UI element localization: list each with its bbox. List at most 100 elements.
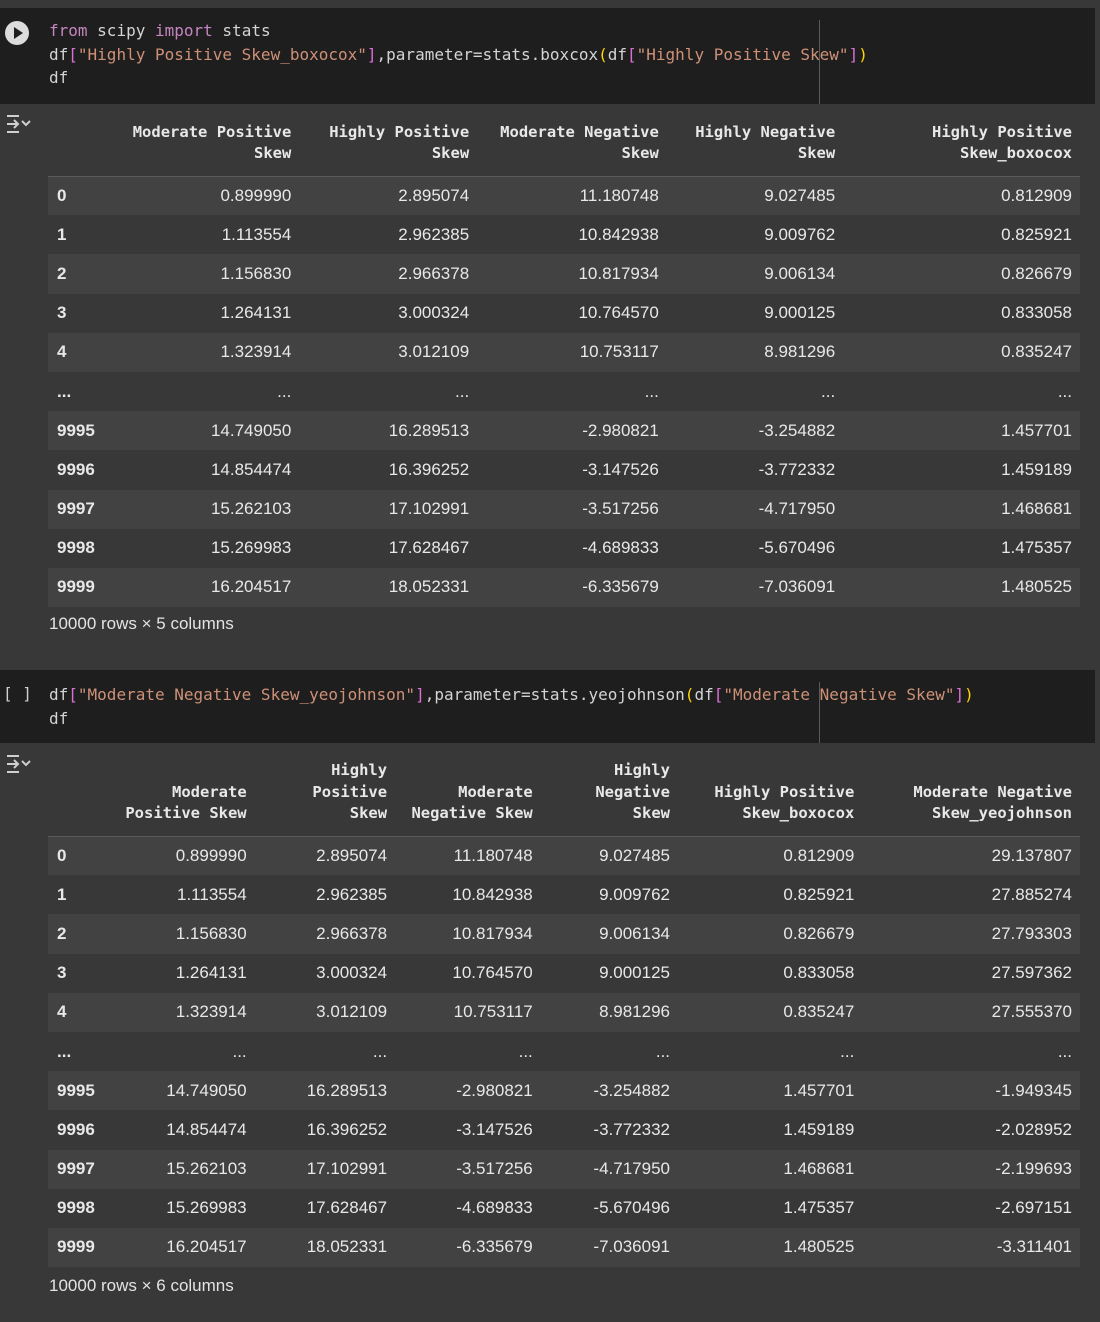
table-cell: 1.459189: [1001, 459, 1072, 479]
table-row: 3 1.264131 3.000324 10.764570 9.000125 0.8330…: [48, 293, 1080, 333]
table-cell: -3.147526: [456, 1119, 533, 1139]
code-token: [: [713, 685, 724, 704]
column-header: Highly Negative Skew: [541, 760, 678, 836]
row-index: 9999: [57, 577, 95, 597]
table-cell: 1.459189: [783, 1119, 855, 1139]
row-index: 1: [57, 224, 67, 244]
table-cell: ...: [372, 1041, 388, 1061]
row-index: 0: [57, 845, 67, 865]
table-cell: 1.264131: [220, 303, 292, 323]
table-cell: 9.027485: [764, 185, 836, 205]
column-header-line: Moderate Positive: [132, 122, 292, 141]
table-row: 9998 15.269983 17.628467 -4.689833 -5.670496…: [48, 528, 1080, 568]
table-cell: 0.826679: [1001, 263, 1072, 283]
run-cell-button[interactable]: [5, 21, 29, 45]
table-cell: 0.835247: [783, 1002, 855, 1022]
table-row: 9995 14.749050 16.289513 -2.980821 -3.254882…: [48, 411, 1080, 451]
table-row: 9999 16.204517 18.052331 -6.335679 -7.036091…: [48, 567, 1080, 608]
column-header: Highly Positive Skew_boxocox: [843, 120, 1080, 176]
table-cell: 3.012109: [316, 1002, 388, 1022]
code-editor-2[interactable]: df[ "Moderate Negative Skew_yeojohnson"],…: [49, 683, 974, 730]
code-token: ]: [366, 44, 377, 64]
ellipsis-row: .....................: [48, 1031, 1080, 1072]
table-cell: 14.854474: [210, 459, 292, 479]
string-literal: "Moderate Negative Skew": [723, 685, 955, 704]
row-index: 9996: [57, 1119, 95, 1139]
code-token: df: [694, 685, 714, 704]
column-header: Highly Negative Skew: [667, 120, 843, 176]
table-cell: 15.269983: [210, 538, 292, 558]
row-index: 0: [57, 185, 67, 205]
code-token: ): [964, 685, 974, 704]
table-row: 3 1.264131 3.000324 10.764570 9.000125 0.8330…: [48, 953, 1080, 993]
column-header-line: Highly Positive: [329, 122, 470, 141]
table-cell: -1.949345: [995, 1080, 1072, 1100]
table-cell: -3.311401: [996, 1237, 1072, 1257]
table-cell: 2.962385: [398, 224, 470, 244]
table-cell: 1.264131: [175, 963, 247, 983]
table-row: 9997 15.262103 17.102991 -3.517256 -4.717950…: [48, 1149, 1080, 1189]
table-cell: 2.895074: [398, 185, 470, 205]
column-header-line: Highly Positive: [932, 122, 1072, 141]
output-toggle-icon[interactable]: [5, 113, 31, 135]
table-row: 9996 14.854474 16.396252 -3.147526 -3.772332…: [48, 450, 1080, 490]
code-editor-1[interactable]: from scipy import stats df["Highly Posit…: [49, 19, 868, 90]
code-token: [: [627, 44, 637, 64]
code-token: ): [858, 44, 868, 64]
column-header: Moderate Positive Skew: [111, 120, 300, 176]
string-literal: "Moderate Negative Skew_yeojohnson": [77, 685, 416, 704]
table-cell: 1.475357: [783, 1198, 855, 1218]
table-cell: 15.269983: [166, 1198, 247, 1218]
column-header: Highly Positive Skew: [255, 760, 395, 836]
column-header-line: Moderate Negative: [913, 782, 1072, 801]
dataframe-table-2: Moderate Positive Skew Highly Positive Skew M…: [48, 760, 1080, 1268]
table-cell: 17.102991: [306, 1159, 388, 1179]
table-cell: 10.817934: [452, 923, 533, 943]
table-cell: 2.966378: [398, 263, 470, 283]
table-cell: -2.697151: [995, 1198, 1072, 1218]
column-header-line: Skew: [632, 804, 670, 822]
table-cell: 10.817934: [578, 263, 659, 283]
table-row: 9996 14.854474 16.396252 -3.147526 -3.772332…: [48, 1110, 1080, 1150]
ruler-line: [819, 682, 820, 743]
table-cell: 14.854474: [166, 1119, 247, 1139]
table-cell: -7.036091: [593, 1237, 670, 1257]
execution-count: [ ]: [3, 684, 32, 703]
table-cell: 1.323914: [220, 342, 292, 362]
column-header-line: Highly: [331, 761, 388, 779]
table-cell: 9.009762: [599, 884, 670, 904]
table-cell: -3.147526: [582, 459, 659, 479]
code-token: ]: [415, 685, 425, 704]
code-cell-2[interactable]: [ ] df[ "Moderate Negative Skew_yeojohnso…: [0, 670, 1095, 743]
output-toggle-icon[interactable]: [5, 753, 31, 775]
table-cell: 1.457701: [1001, 420, 1072, 440]
row-index: 9998: [57, 1198, 95, 1218]
code-token: [: [68, 44, 78, 64]
row-index: 1: [57, 884, 67, 904]
row-index: 9995: [57, 1080, 95, 1100]
table-row: 4 1.323914 3.012109 10.753117 8.981296 0.8352…: [48, 332, 1080, 372]
table-row: 9998 15.269983 17.628467 -4.689833 -5.670496…: [48, 1188, 1080, 1228]
table-row: 0 0.899990 2.895074 11.180748 9.027485 0.8129…: [48, 176, 1080, 216]
dataframe-shape: 10000 rows × 6 columns: [49, 1276, 234, 1295]
table-cell: 16.204517: [210, 577, 292, 597]
row-index: 3: [57, 963, 67, 983]
table-cell: 10.842938: [578, 224, 659, 244]
table-cell: -4.717950: [758, 499, 836, 519]
column-header-line: Skew_boxocox: [742, 804, 855, 822]
code-token: df: [49, 44, 69, 64]
row-index: 9995: [57, 420, 95, 440]
row-index: 9997: [57, 1159, 95, 1179]
code-cell-1[interactable]: from scipy import stats df["Highly Posit…: [0, 8, 1095, 104]
table-cell: 18.052331: [306, 1237, 388, 1257]
row-index: 4: [57, 342, 67, 362]
code-token: ,parameter=stats.yeojohnson: [424, 685, 685, 704]
table-cell: 10.753117: [453, 1002, 533, 1022]
table-cell: 0.833058: [1001, 303, 1072, 323]
table-cell: ...: [1057, 381, 1072, 401]
table-cell: 18.052331: [388, 577, 470, 597]
column-header-line: Positive: [312, 782, 388, 801]
table-cell: 27.885274: [991, 884, 1072, 904]
table-cell: 8.981296: [599, 1002, 670, 1022]
column-header-line: Highly Negative: [695, 122, 836, 141]
